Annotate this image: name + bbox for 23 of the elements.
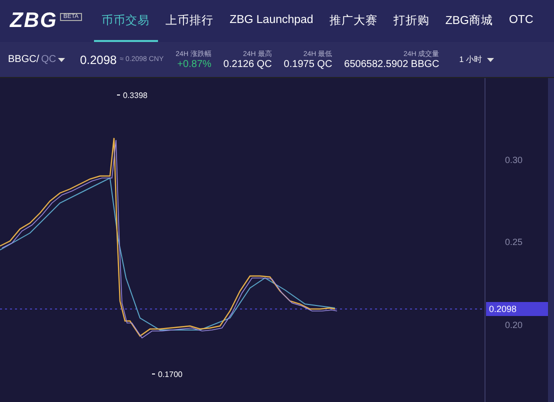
interval-selector[interactable]: 1 小时	[459, 54, 494, 65]
stat-value: 6506582.5902 BBGC	[344, 59, 440, 70]
stat-value: +0.87%	[177, 59, 212, 70]
nav-tab[interactable]: 打折购	[385, 0, 438, 42]
axis-label: 0.30	[505, 155, 523, 165]
nav-tab[interactable]: ZBG商城	[437, 0, 501, 42]
stat-value: 0.2126 QC	[223, 59, 272, 70]
pair-selector[interactable]: BBGC/ QC	[8, 54, 80, 65]
high-marker: 0.3398	[123, 91, 148, 100]
nav-tab[interactable]: 推广大赛	[321, 0, 386, 42]
price-tag: 0.2098	[486, 302, 548, 316]
last-price: 0.2098	[80, 52, 117, 66]
caret-icon	[486, 58, 494, 62]
high-marker-tick	[116, 94, 120, 96]
axis-label: 0.20	[505, 320, 523, 330]
nav-tab[interactable]: 上币排行	[158, 0, 222, 42]
low-marker: 0.1700	[158, 370, 182, 379]
nav-tab[interactable]: OTC	[500, 0, 542, 42]
stat-value: 0.1975 QC	[284, 59, 332, 70]
axis-label: 0.25	[505, 237, 523, 247]
caret-icon	[58, 58, 66, 62]
logo: ZBG	[10, 9, 58, 33]
nav-tab[interactable]: ZBG Launchpad	[222, 0, 322, 42]
